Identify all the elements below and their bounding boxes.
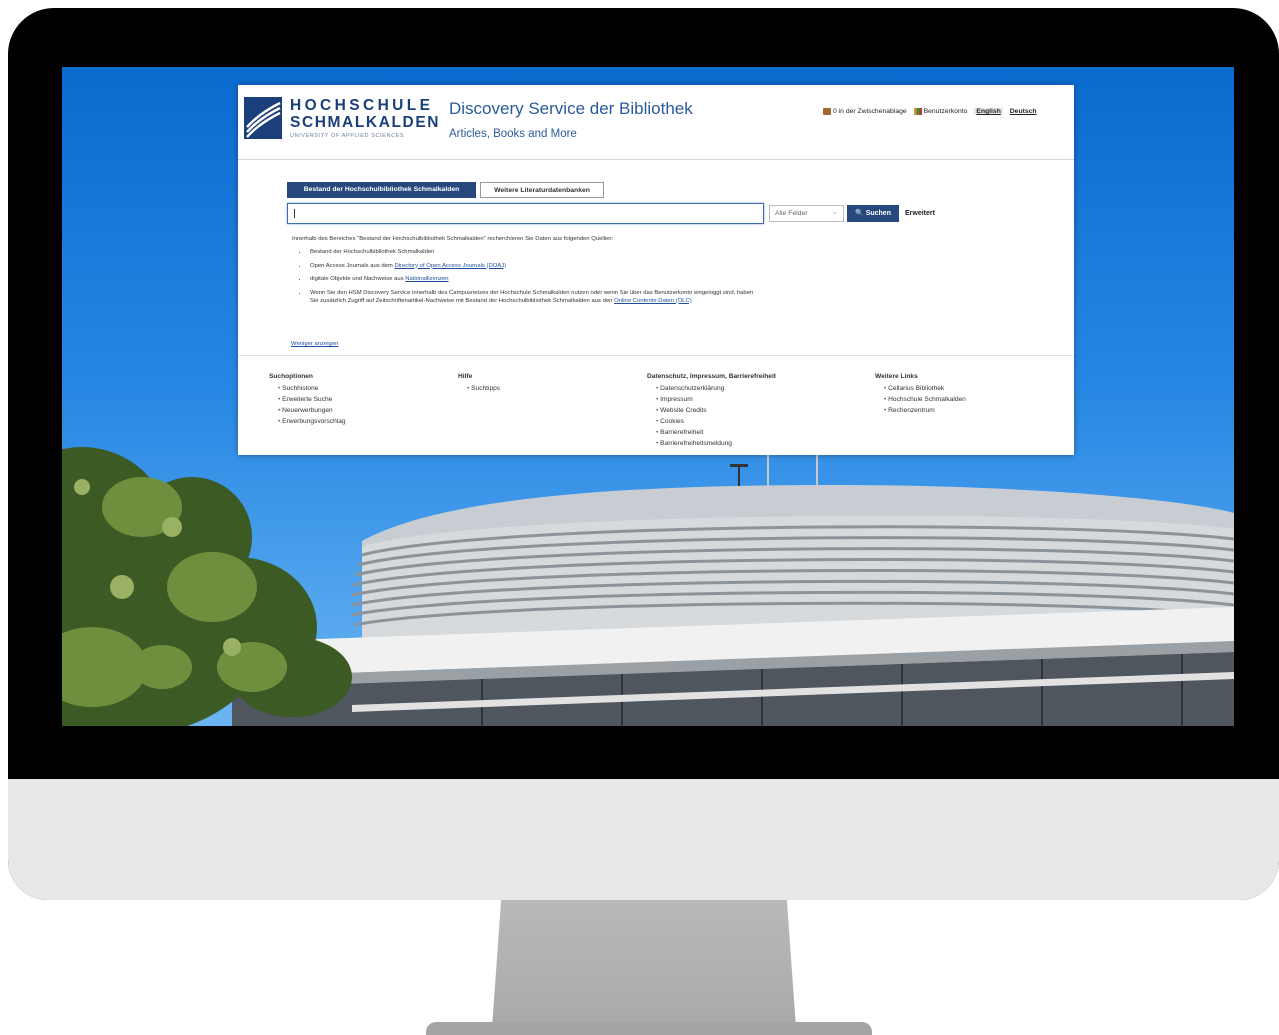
list-item: Open Access Journals aus dem Directory o… — [308, 262, 762, 270]
field-select-value: Alle Felder — [775, 210, 808, 217]
monitor-screen: · HOCHSCHULE SCHMALKALDEN UNIVERSITY OF … — [62, 67, 1234, 726]
show-less-link[interactable]: Weniger anzeigen — [291, 341, 338, 347]
text-caret — [294, 209, 295, 218]
footer-link[interactable]: Impressum — [656, 394, 776, 405]
footer-link[interactable]: Neuerwerbungen — [278, 405, 346, 416]
monitor-bezel: · HOCHSCHULE SCHMALKALDEN UNIVERSITY OF … — [8, 8, 1279, 900]
list-item: digitale Objekte und Nachweise aus Natio… — [308, 275, 762, 283]
list-item: Bestand der Hochschulbibliothek Schmalka… — [308, 248, 762, 256]
footer-link[interactable]: Cookies — [656, 416, 776, 427]
footer-link[interactable]: Cellarius Bibliothek — [884, 383, 966, 394]
footer-link[interactable]: Datenschutzerklärung — [656, 383, 776, 394]
site-title[interactable]: Discovery Service der Bibliothek — [449, 99, 693, 119]
search-button-label: Suchen — [865, 210, 891, 217]
footer-heading: Hilfe — [458, 373, 473, 380]
source-item-holdings: Bestand der Hochschulbibliothek Schmalka… — [310, 249, 435, 255]
search-icon: 🔍 — [855, 210, 864, 217]
library-web-page: · HOCHSCHULE SCHMALKALDEN UNIVERSITY OF … — [238, 85, 1074, 455]
olc-link[interactable]: Online Contents-Daten (OLC) — [614, 298, 692, 304]
chevron-down-icon: ⌵ — [832, 210, 837, 216]
footer-link[interactable]: Barrierefreiheit — [656, 427, 776, 438]
page-footer: Suchoptionen Suchhistorie Erweiterte Suc… — [238, 355, 1074, 456]
footer-link[interactable]: Suchhistorie — [278, 383, 346, 394]
footer-link[interactable]: Suchtipps — [467, 383, 500, 394]
sources-info: Innerhalb des Bereiches "Bestand der Hoc… — [292, 235, 762, 310]
source-item-doaj-text: Open Access Journals aus dem — [310, 262, 395, 269]
footer-heading: Datenschutz, Impressum, Barrierefreiheit — [647, 373, 776, 380]
footer-heading: Weitere Links — [875, 373, 918, 380]
source-item-nl-text: digitale Objekte und Nachweise aus — [310, 276, 406, 282]
field-select[interactable]: Alle Felder ⌵ — [769, 205, 844, 222]
lang-deutsch[interactable]: Deutsch — [1010, 108, 1037, 115]
site-subtitle: Articles, Books and More — [449, 128, 577, 140]
tab-other-databases[interactable]: Weitere Literaturdatenbanken — [480, 182, 604, 198]
logo-mark-icon — [244, 97, 282, 139]
sources-list: Bestand der Hochschulbibliothek Schmalka… — [308, 248, 762, 305]
lang-english[interactable]: English — [974, 108, 1003, 115]
account-link[interactable]: Benutzerkonto — [924, 108, 968, 115]
footer-col-more-links: Weitere Links Cellarius Bibliothek Hochs… — [875, 373, 966, 416]
tab-local-holdings[interactable]: Bestand der Hochschulbibliothek Schmalka… — [287, 182, 476, 198]
monitor-chin — [8, 779, 1279, 900]
footer-link[interactable]: Erweiterte Suche — [278, 394, 346, 405]
list-item: Wenn Sie den HSM Discovery Service inner… — [308, 289, 762, 305]
nationallizenzen-link[interactable]: Nationallizenzen — [405, 276, 448, 282]
footer-col-search-options: Suchoptionen Suchhistorie Erweiterte Suc… — [269, 373, 346, 427]
monitor-stand — [492, 900, 796, 1028]
footer-link[interactable]: Barrierefreiheitsmeldung — [656, 438, 776, 449]
doaj-link[interactable]: Directory of Open Access Journals (DOAJ) — [394, 263, 506, 269]
logo-text-line2: SCHMALKALDEN — [290, 114, 441, 131]
info-intro: Innerhalb des Bereiches "Bestand der Hoc… — [292, 236, 614, 242]
top-navigation: 0 in der Zwischenablage Benutzerkonto En… — [823, 108, 1068, 120]
books-icon — [913, 108, 922, 115]
footer-link[interactable]: Erwerbungsvorschlag — [278, 416, 345, 427]
university-logo[interactable]: HOCHSCHULE SCHMALKALDEN UNIVERSITY OF AP… — [244, 97, 438, 145]
clipboard-link[interactable]: 0 in der Zwischenablage — [833, 108, 907, 115]
footer-col-privacy: Datenschutz, Impressum, Barrierefreiheit… — [647, 373, 776, 449]
footer-col-help: Hilfe Suchtipps — [458, 373, 500, 394]
advanced-search-link[interactable]: Erweitert — [905, 205, 935, 222]
footer-heading: Suchoptionen — [269, 373, 313, 380]
basket-icon — [823, 108, 831, 115]
logo-text-line3: UNIVERSITY OF APPLIED SCIENCES — [290, 133, 405, 139]
page-header: HOCHSCHULE SCHMALKALDEN UNIVERSITY OF AP… — [238, 85, 1074, 160]
search-input[interactable] — [287, 203, 764, 224]
search-button[interactable]: 🔍 Suchen — [847, 205, 899, 222]
footer-link[interactable]: Rechenzentrum — [884, 405, 966, 416]
footer-link[interactable]: Website Credits — [656, 405, 776, 416]
logo-text-line1: HOCHSCHULE — [290, 97, 434, 114]
monitor-stand-base — [426, 1022, 872, 1035]
footer-link[interactable]: Hochschule Schmalkalden — [884, 394, 966, 405]
